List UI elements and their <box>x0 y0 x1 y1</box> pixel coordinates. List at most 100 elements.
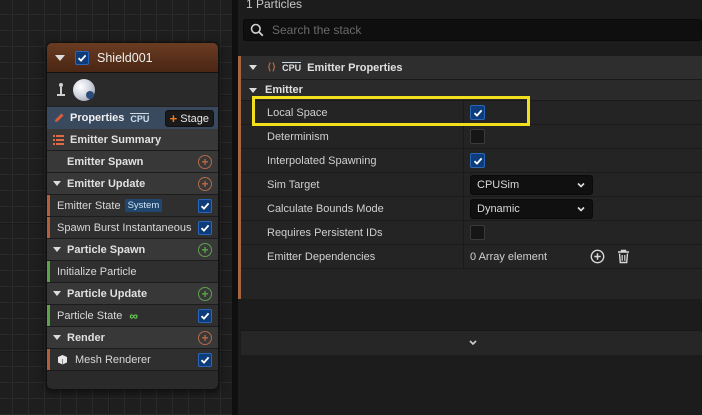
module-row[interactable]: Emitter State System <box>47 195 218 217</box>
stage-header[interactable]: Emitter Spawn + <box>47 151 218 173</box>
collapse-icon[interactable] <box>53 181 61 186</box>
dropdown-value: CPUSim <box>477 178 520 191</box>
property-row: Calculate Bounds Mode Dynamic <box>241 197 702 221</box>
collapse-icon[interactable] <box>53 247 61 252</box>
collapse-icon[interactable] <box>249 87 257 93</box>
property-value <box>463 149 485 172</box>
emitter-category-header[interactable]: Emitter <box>241 80 702 101</box>
row-label: Emitter Summary <box>70 133 162 146</box>
stage-header[interactable]: Particle Spawn + <box>47 239 218 261</box>
module-row[interactable]: Spawn Burst Instantaneous <box>47 217 218 239</box>
property-value: Dynamic <box>463 197 593 220</box>
module-row[interactable]: Mesh Renderer <box>47 349 218 371</box>
property-row: Sim Target CPUSim <box>241 173 702 197</box>
property-checkbox[interactable] <box>470 153 485 168</box>
property-label: Determinism <box>267 130 329 143</box>
row-label: Initialize Particle <box>57 265 137 278</box>
property-checkbox[interactable] <box>470 225 485 240</box>
node-stack-list: Emitter Summary Emitter Spawn + Emitter Upd… <box>47 129 218 371</box>
stage-color-stripe <box>47 195 50 216</box>
selection-panel: 1 Particles ⟨⟩ CPU Emitter Properties Em… <box>238 0 702 415</box>
property-dropdown[interactable]: CPUSim <box>470 174 593 195</box>
property-row: Emitter Dependencies 0 Array element <box>241 245 702 269</box>
property-row: Determinism <box>241 125 702 149</box>
stage-header[interactable]: Render + <box>47 327 218 349</box>
cpu-badge: CPU <box>282 62 302 73</box>
section-title: Emitter Properties <box>307 61 403 74</box>
add-stage-button[interactable]: + Stage <box>164 110 214 127</box>
system-badge: System <box>124 199 163 212</box>
stage-header[interactable]: Particle Update + <box>47 283 218 305</box>
emitter-enabled-checkbox[interactable] <box>75 50 89 65</box>
row-label: Emitter Update <box>67 177 146 190</box>
module-enabled-checkbox[interactable] <box>198 221 212 235</box>
local-space-icon <box>57 82 65 96</box>
stage-header[interactable]: Emitter Summary <box>47 129 218 151</box>
add-module-icon[interactable]: + <box>198 331 212 345</box>
mesh-icon <box>57 354 68 365</box>
plus-icon: + <box>169 111 178 126</box>
category-label: Emitter <box>265 84 303 96</box>
row-label: Particle State <box>57 309 123 322</box>
pencil-icon <box>55 113 64 122</box>
stage-label: Stage <box>180 112 209 125</box>
stack-search-box[interactable] <box>243 19 702 41</box>
cpu-badge: CPU <box>130 112 150 124</box>
property-rows: Local Space Determinism Interpolated Spawn… <box>241 101 702 269</box>
property-label: Calculate Bounds Mode <box>267 202 384 215</box>
property-value <box>463 101 485 124</box>
chevron-down-icon <box>576 204 586 214</box>
add-module-icon[interactable]: + <box>198 177 212 191</box>
property-checkbox[interactable] <box>470 129 485 144</box>
add-module-icon[interactable]: + <box>198 243 212 257</box>
property-value: CPUSim <box>463 173 593 196</box>
collapse-icon[interactable] <box>53 291 61 296</box>
property-label: Emitter Dependencies <box>267 250 376 263</box>
emitter-properties-stack: ⟨⟩ CPU Emitter Properties Emitter Local … <box>238 56 702 355</box>
graph-canvas[interactable]: Shield001 Properties CPU + Stage Emitter… <box>0 0 232 415</box>
property-dropdown[interactable]: Dynamic <box>470 198 593 219</box>
row-label: Emitter Spawn <box>67 155 144 168</box>
search-icon <box>250 23 264 37</box>
collapse-icon[interactable] <box>55 54 65 61</box>
add-module-icon[interactable]: + <box>198 287 212 301</box>
emitter-properties-header[interactable]: ⟨⟩ CPU Emitter Properties <box>241 56 702 80</box>
property-row: Interpolated Spawning <box>241 149 702 173</box>
stage-color-stripe <box>47 261 50 282</box>
row-label: Spawn Burst Instantaneous <box>57 221 192 234</box>
property-value: 0 Array element <box>463 245 631 268</box>
property-row: Local Space <box>241 101 702 125</box>
module-enabled-checkbox[interactable] <box>198 199 212 213</box>
emitter-name[interactable]: Shield001 <box>97 51 153 65</box>
row-label: Particle Update <box>67 287 148 300</box>
property-checkbox[interactable] <box>470 105 485 120</box>
module-enabled-checkbox[interactable] <box>198 353 212 367</box>
chevron-down-icon <box>576 180 586 190</box>
stage-color-stripe <box>47 305 50 326</box>
collapse-icon[interactable] <box>249 65 257 70</box>
emitter-thumbnail-icon <box>73 78 95 101</box>
chevron-down-icon[interactable] <box>468 339 478 347</box>
expand-more-row[interactable] <box>241 330 702 355</box>
property-label: Interpolated Spawning <box>267 154 377 167</box>
trash-icon[interactable] <box>615 249 631 265</box>
infinite-loop-icon: ∞ <box>129 308 138 323</box>
add-element-icon[interactable] <box>589 249 605 265</box>
property-label: Requires Persistent IDs <box>267 226 383 239</box>
collapse-icon[interactable] <box>53 335 61 340</box>
properties-row[interactable]: Properties CPU + Stage <box>47 107 218 129</box>
stage-header[interactable]: Emitter Update + <box>47 173 218 195</box>
emitter-node-header[interactable]: Shield001 <box>47 43 218 73</box>
stage-color-stripe <box>47 217 50 238</box>
row-label: Emitter State <box>57 199 121 212</box>
search-input[interactable] <box>272 23 672 37</box>
emitter-node[interactable]: Shield001 Properties CPU + Stage Emitter… <box>46 42 219 390</box>
row-label: Particle Spawn <box>67 243 146 256</box>
module-row[interactable]: Particle State ∞ <box>47 305 218 327</box>
summary-list-icon <box>53 134 64 145</box>
array-count: 0 Array element <box>470 250 548 263</box>
module-enabled-checkbox[interactable] <box>198 309 212 323</box>
add-module-icon[interactable]: + <box>198 155 212 169</box>
property-row: Requires Persistent IDs <box>241 221 702 245</box>
module-row[interactable]: Initialize Particle <box>47 261 218 283</box>
